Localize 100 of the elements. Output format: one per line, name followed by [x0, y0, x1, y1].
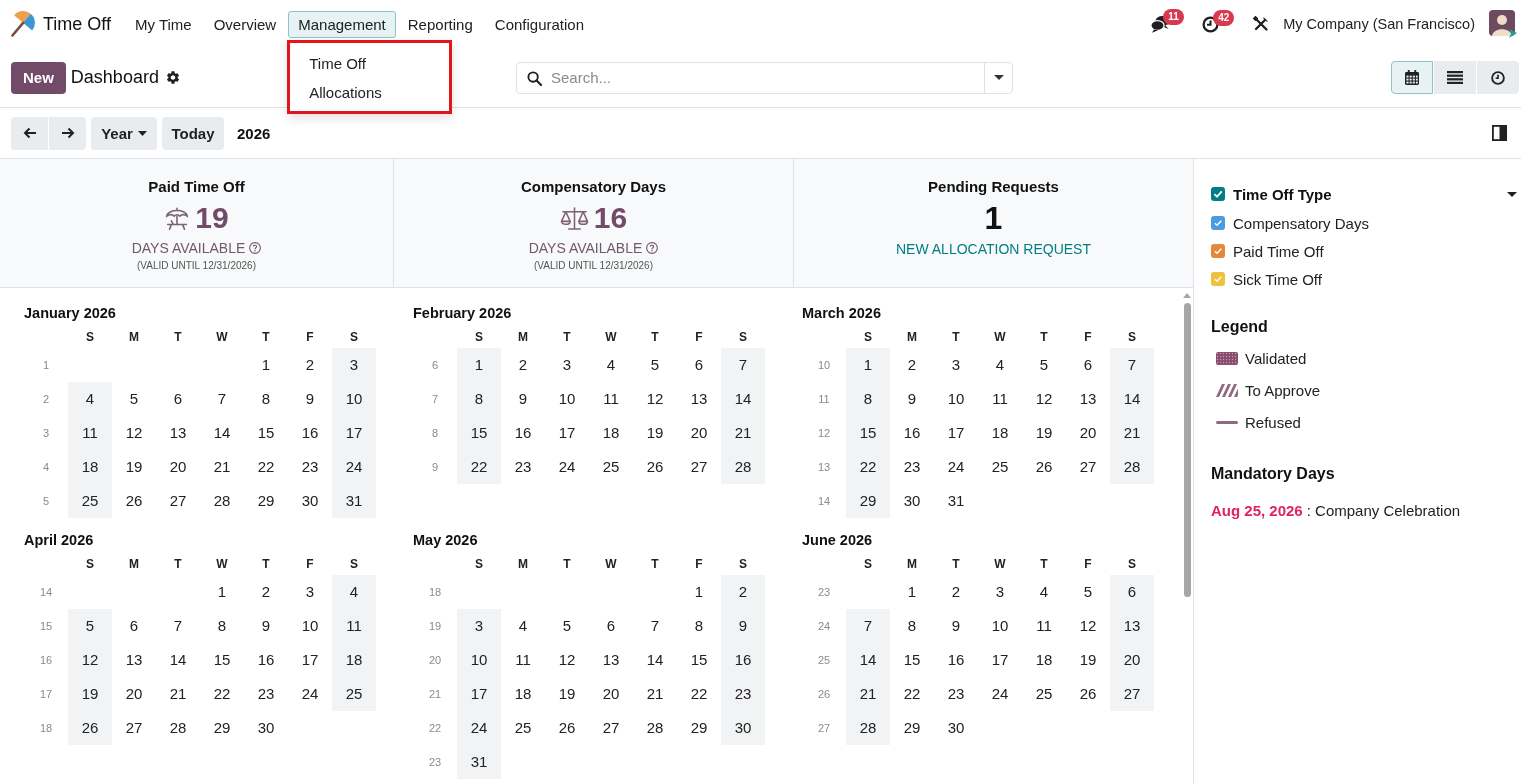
dropdown-item[interactable]: Time Off	[290, 48, 450, 78]
calendar-day[interactable]: 22	[890, 677, 934, 711]
checkbox[interactable]	[1211, 187, 1225, 201]
calendar-day[interactable]: 19	[1066, 643, 1110, 677]
calendar-day[interactable]: 6	[1066, 348, 1110, 382]
calendar-day[interactable]: 8	[457, 382, 501, 416]
calendar-day[interactable]: 19	[545, 677, 589, 711]
menu-item[interactable]: My Time	[125, 10, 202, 38]
calendar-day[interactable]: 17	[288, 643, 332, 677]
calendar-day[interactable]: 2	[288, 348, 332, 382]
help-icon[interactable]	[249, 242, 262, 254]
calendar-day[interactable]: 14	[846, 643, 890, 677]
scale-dropdown[interactable]: Year	[91, 116, 157, 150]
calendar-day[interactable]: 21	[846, 677, 890, 711]
calendar-day[interactable]: 12	[545, 643, 589, 677]
calendar-day[interactable]: 4	[68, 382, 112, 416]
calendar-day[interactable]: 7	[633, 609, 677, 643]
calendar-day[interactable]: 3	[934, 348, 978, 382]
calendar-day[interactable]: 10	[332, 382, 376, 416]
calendar-day[interactable]: 7	[721, 348, 765, 382]
calendar-day[interactable]: 27	[589, 711, 633, 745]
calendar-day[interactable]: 18	[68, 450, 112, 484]
calendar-day[interactable]: 18	[1022, 643, 1066, 677]
calendar-day[interactable]: 2	[934, 575, 978, 609]
menu-item[interactable]: Overview	[203, 10, 287, 38]
calendar-day[interactable]: 4	[589, 348, 633, 382]
calendar-day[interactable]: 23	[934, 677, 978, 711]
calendar-day[interactable]: 10	[545, 382, 589, 416]
calendar-day[interactable]: 9	[934, 609, 978, 643]
calendar-day[interactable]: 5	[633, 348, 677, 382]
calendar-day[interactable]: 27	[1110, 677, 1154, 711]
calendar-day[interactable]: 11	[501, 643, 545, 677]
calendar-day[interactable]: 20	[1066, 416, 1110, 450]
calendar-day[interactable]: 28	[633, 711, 677, 745]
calendar-day[interactable]: 22	[846, 450, 890, 484]
calendar-day[interactable]: 31	[332, 484, 376, 518]
calendar-day[interactable]: 3	[288, 575, 332, 609]
calendar-day[interactable]: 12	[1066, 609, 1110, 643]
calendar-day[interactable]: 21	[156, 677, 200, 711]
calendar-day[interactable]: 18	[501, 677, 545, 711]
calendar-day[interactable]: 28	[200, 484, 244, 518]
calendar-day[interactable]: 2	[244, 575, 288, 609]
calendar-day[interactable]: 27	[677, 450, 721, 484]
calendar-day[interactable]: 17	[332, 416, 376, 450]
calendar-day[interactable]: 5	[1022, 348, 1066, 382]
calendar-day[interactable]: 20	[677, 416, 721, 450]
company-switcher[interactable]: My Company (San Francisco)	[1283, 16, 1475, 32]
calendar-day[interactable]: 24	[934, 450, 978, 484]
next-button[interactable]	[49, 116, 86, 150]
calendar-day[interactable]: 23	[288, 450, 332, 484]
calendar-day[interactable]: 22	[244, 450, 288, 484]
calendar-day[interactable]: 14	[633, 643, 677, 677]
calendar-day[interactable]: 26	[545, 711, 589, 745]
calendar-day[interactable]: 31	[457, 745, 501, 779]
calendar-day[interactable]: 1	[677, 575, 721, 609]
calendar-day[interactable]: 20	[156, 450, 200, 484]
calendar-day[interactable]: 17	[545, 416, 589, 450]
calendar-day[interactable]: 8	[677, 609, 721, 643]
calendar-day[interactable]: 26	[112, 484, 156, 518]
calendar-day[interactable]: 14	[1110, 382, 1154, 416]
calendar-day[interactable]: 29	[677, 711, 721, 745]
calendar-day[interactable]: 24	[332, 450, 376, 484]
calendar-day[interactable]: 9	[244, 609, 288, 643]
calendar-day[interactable]: 17	[978, 643, 1022, 677]
menu-item[interactable]: Configuration	[484, 10, 595, 38]
calendar-day[interactable]: 16	[288, 416, 332, 450]
calendar-day[interactable]: 15	[244, 416, 288, 450]
calendar-day[interactable]: 12	[112, 416, 156, 450]
calendar-day[interactable]: 27	[156, 484, 200, 518]
calendar-day[interactable]: 22	[457, 450, 501, 484]
calendar-day[interactable]: 21	[1110, 416, 1154, 450]
calendar-day[interactable]: 13	[589, 643, 633, 677]
checkbox[interactable]	[1211, 216, 1225, 230]
calendar-day[interactable]: 13	[1066, 382, 1110, 416]
calendar-day[interactable]: 17	[934, 416, 978, 450]
calendar-day[interactable]: 30	[244, 711, 288, 745]
calendar-day[interactable]: 2	[890, 348, 934, 382]
calendar-view-button[interactable]	[1391, 61, 1433, 94]
calendar-day[interactable]: 1	[244, 348, 288, 382]
calendar-day[interactable]: 14	[721, 382, 765, 416]
calendar-day[interactable]: 9	[721, 609, 765, 643]
calendar-day[interactable]: 8	[244, 382, 288, 416]
calendar-day[interactable]: 15	[677, 643, 721, 677]
calendar-day[interactable]: 30	[934, 711, 978, 745]
calendar-day[interactable]: 10	[978, 609, 1022, 643]
calendar-day[interactable]: 28	[156, 711, 200, 745]
calendar-day[interactable]: 11	[1022, 609, 1066, 643]
calendar-day[interactable]: 22	[677, 677, 721, 711]
tools-icon[interactable]	[1253, 16, 1270, 32]
calendar-day[interactable]: 26	[1022, 450, 1066, 484]
calendar-day[interactable]: 15	[200, 643, 244, 677]
filter-label[interactable]: Paid Time Off	[1233, 242, 1324, 260]
calendar-day[interactable]: 16	[244, 643, 288, 677]
calendar-day[interactable]: 4	[978, 348, 1022, 382]
calendar-day[interactable]: 9	[890, 382, 934, 416]
calendar-day[interactable]: 16	[890, 416, 934, 450]
calendar-day[interactable]: 29	[244, 484, 288, 518]
calendar-day[interactable]: 5	[545, 609, 589, 643]
calendar-day[interactable]: 5	[1066, 575, 1110, 609]
calendar-day[interactable]: 9	[501, 382, 545, 416]
